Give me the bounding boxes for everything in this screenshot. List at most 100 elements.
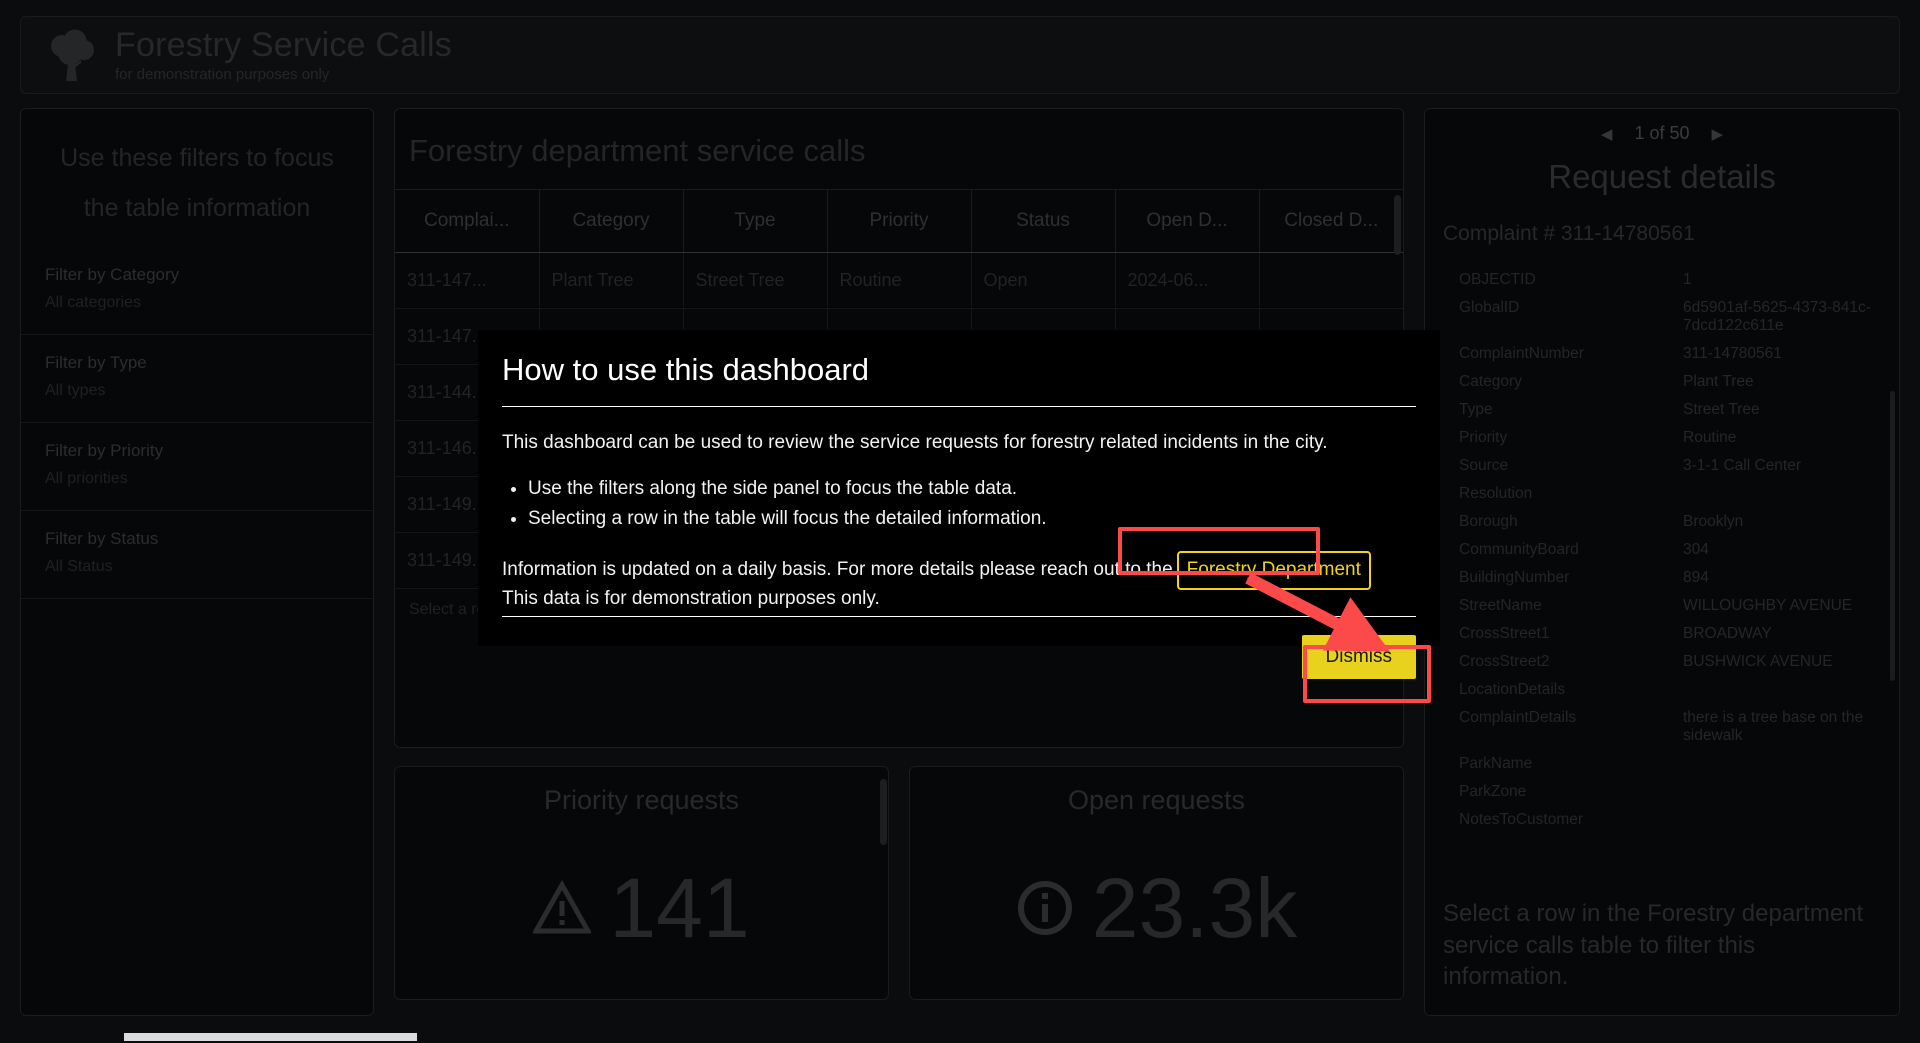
table-column-header[interactable]: Open D... <box>1115 190 1260 253</box>
filter-label: Filter by Status <box>45 529 159 548</box>
details-field-key: CrossStreet2 <box>1459 653 1550 670</box>
table-cell: 311-147... <box>395 252 540 309</box>
details-field-value <box>1683 755 1881 773</box>
filter-label: Filter by Priority <box>45 441 164 460</box>
details-field-value: 304 <box>1683 541 1709 558</box>
table-column-header[interactable]: Closed D... <box>1259 190 1403 253</box>
modal-title: How to use this dashboard <box>502 352 870 387</box>
details-field-list: OBJECTID 1 GlobalID 6d5901af-5625-4373-841c… <box>1443 266 1881 834</box>
details-field-key: NotesToCustomer <box>1459 811 1584 828</box>
modal-bullet-item: Selecting a row in the table will focus … <box>528 504 1416 535</box>
details-field-value: Brooklyn <box>1683 513 1744 530</box>
table-scrollbar[interactable] <box>1394 195 1401 255</box>
details-field-row: Resolution <box>1443 480 1881 508</box>
table-cell: Street Tree <box>683 252 828 309</box>
pager-label: 1 of 50 <box>1634 123 1690 143</box>
details-field-key: Resolution <box>1459 485 1533 502</box>
table-cell: Plant Tree <box>539 252 684 309</box>
filter-label: Filter by Category <box>45 265 180 284</box>
modal-bullet-list: Use the filters along the side panel to … <box>528 474 1416 536</box>
modal-contact-prefix: Information is updated on a daily basis.… <box>502 559 1173 581</box>
filter-row-3[interactable]: Filter by Status All Status <box>21 511 373 599</box>
details-field-key: Source <box>1459 457 1509 474</box>
details-field-value: 894 <box>1683 569 1709 586</box>
details-field-value: BUSHWICK AVENUE <box>1683 653 1833 670</box>
details-field-value: 3-1-1 Call Center <box>1683 457 1802 474</box>
table-column-header[interactable]: Status <box>971 190 1116 253</box>
horizontal-scrollbar-thumb[interactable] <box>124 1033 417 1041</box>
details-field-key: ComplaintDetails <box>1459 709 1577 726</box>
chevron-right-icon[interactable]: ▶ <box>1712 125 1724 143</box>
details-field-row: ComplaintDetails there is a tree base on … <box>1443 704 1881 750</box>
modal-intro-text: This dashboard can be used to review the… <box>502 432 1328 453</box>
details-field-key: CrossStreet1 <box>1459 625 1550 642</box>
details-field-value: 6d5901af-5625-4373-841c-7dcd122c611e <box>1683 299 1871 334</box>
details-field-value: BROADWAY <box>1683 625 1772 642</box>
details-field-value: 311-14780561 <box>1683 345 1782 362</box>
details-field-key: Category <box>1459 373 1522 390</box>
details-scrollbar[interactable] <box>1890 391 1895 681</box>
details-field-value: 1 <box>1683 271 1692 288</box>
filter-value: All Status <box>45 558 113 575</box>
filter-row-0[interactable]: Filter by Category All categories <box>21 247 373 335</box>
details-field-key: ComplaintNumber <box>1459 345 1584 362</box>
kpi-card-open-requests: Open requests 23.3k <box>909 766 1404 1000</box>
filter-value: All categories <box>45 294 142 311</box>
details-field-key: Priority <box>1459 429 1508 446</box>
request-details-panel: ◀ 1 of 50 ▶ Request details Complaint # … <box>1424 108 1900 1016</box>
details-field-row: GlobalID 6d5901af-5625-4373-841c-7dcd122c… <box>1443 294 1881 340</box>
table-column-header[interactable]: Category <box>539 190 684 253</box>
details-field-key: StreetName <box>1459 597 1542 614</box>
details-field-value: Plant Tree <box>1683 373 1754 390</box>
table-cell: Open <box>971 252 1116 309</box>
forestry-department-link[interactable]: Forestry Department <box>1176 551 1371 590</box>
app-title: Forestry Service Calls <box>115 25 452 64</box>
details-field-key: Borough <box>1459 513 1518 530</box>
details-field-value <box>1683 811 1881 829</box>
filters-sidebar: Use these filters to focus the table inf… <box>20 108 374 1016</box>
details-field-row: CommunityBoard 304 <box>1443 536 1881 564</box>
details-field-key: BuildingNumber <box>1459 569 1570 586</box>
kpi-scrollbar[interactable] <box>880 779 887 845</box>
modal-bullet-item: Use the filters along the side panel to … <box>528 474 1416 505</box>
dismiss-button[interactable]: Dismiss <box>1301 634 1416 679</box>
table-column-header[interactable]: Priority <box>827 190 972 253</box>
kpi-value: 141 <box>609 860 750 955</box>
kpi-card-priority-requests: Priority requests 141 <box>394 766 889 1000</box>
details-pager: ◀ 1 of 50 ▶ <box>1443 123 1881 144</box>
details-field-row: Source 3-1-1 Call Center <box>1443 452 1881 480</box>
kpi-value-row: 23.3k <box>1016 816 1297 999</box>
dashboard-app: Forestry Service Calls for demonstration… <box>0 0 1920 1043</box>
details-field-value: Routine <box>1683 429 1737 446</box>
horizontal-scrollbar[interactable] <box>0 1031 1920 1043</box>
info-circle-icon <box>1017 880 1072 935</box>
filter-row-1[interactable]: Filter by Type All types <box>21 335 373 423</box>
details-field-row: StreetName WILLOUGHBY AVENUE <box>1443 592 1881 620</box>
details-field-key: GlobalID <box>1459 299 1520 316</box>
details-field-value <box>1683 485 1881 503</box>
table-cell: Routine <box>827 252 972 309</box>
details-field-key: OBJECTID <box>1459 271 1536 288</box>
filter-row-2[interactable]: Filter by Priority All priorities <box>21 423 373 511</box>
details-field-value: Street Tree <box>1683 401 1760 418</box>
details-field-row: ParkName <box>1443 750 1881 778</box>
app-subtitle: for demonstration purposes only <box>115 66 330 84</box>
details-field-row: NotesToCustomer <box>1443 806 1881 834</box>
filter-value: All priorities <box>45 470 128 487</box>
kpi-row: Priority requests 141 Open requests 23.3… <box>394 766 1404 1000</box>
details-field-row: ComplaintNumber 311-14780561 <box>1443 340 1881 368</box>
details-field-key: ParkZone <box>1459 783 1527 800</box>
details-field-value <box>1683 783 1881 801</box>
kpi-title: Open requests <box>1067 785 1246 815</box>
details-field-row: LocationDetails <box>1443 676 1881 704</box>
modal-contact-line: Information is updated on a daily basis.… <box>502 551 1416 590</box>
table-column-header[interactable]: Complai... <box>395 190 540 253</box>
details-field-row: BuildingNumber 894 <box>1443 564 1881 592</box>
chevron-left-icon[interactable]: ◀ <box>1601 125 1613 143</box>
table-column-header[interactable]: Type <box>683 190 828 253</box>
kpi-value-row: 141 <box>533 816 750 999</box>
details-field-value <box>1683 681 1881 699</box>
table-row[interactable]: 311-147... Plant Tree Street Tree Routine Op… <box>395 252 1403 309</box>
details-footer-note: Select a row in the Forestry department … <box>1425 883 1899 1015</box>
filters-list: Filter by Category All categories Filter b… <box>21 247 373 599</box>
